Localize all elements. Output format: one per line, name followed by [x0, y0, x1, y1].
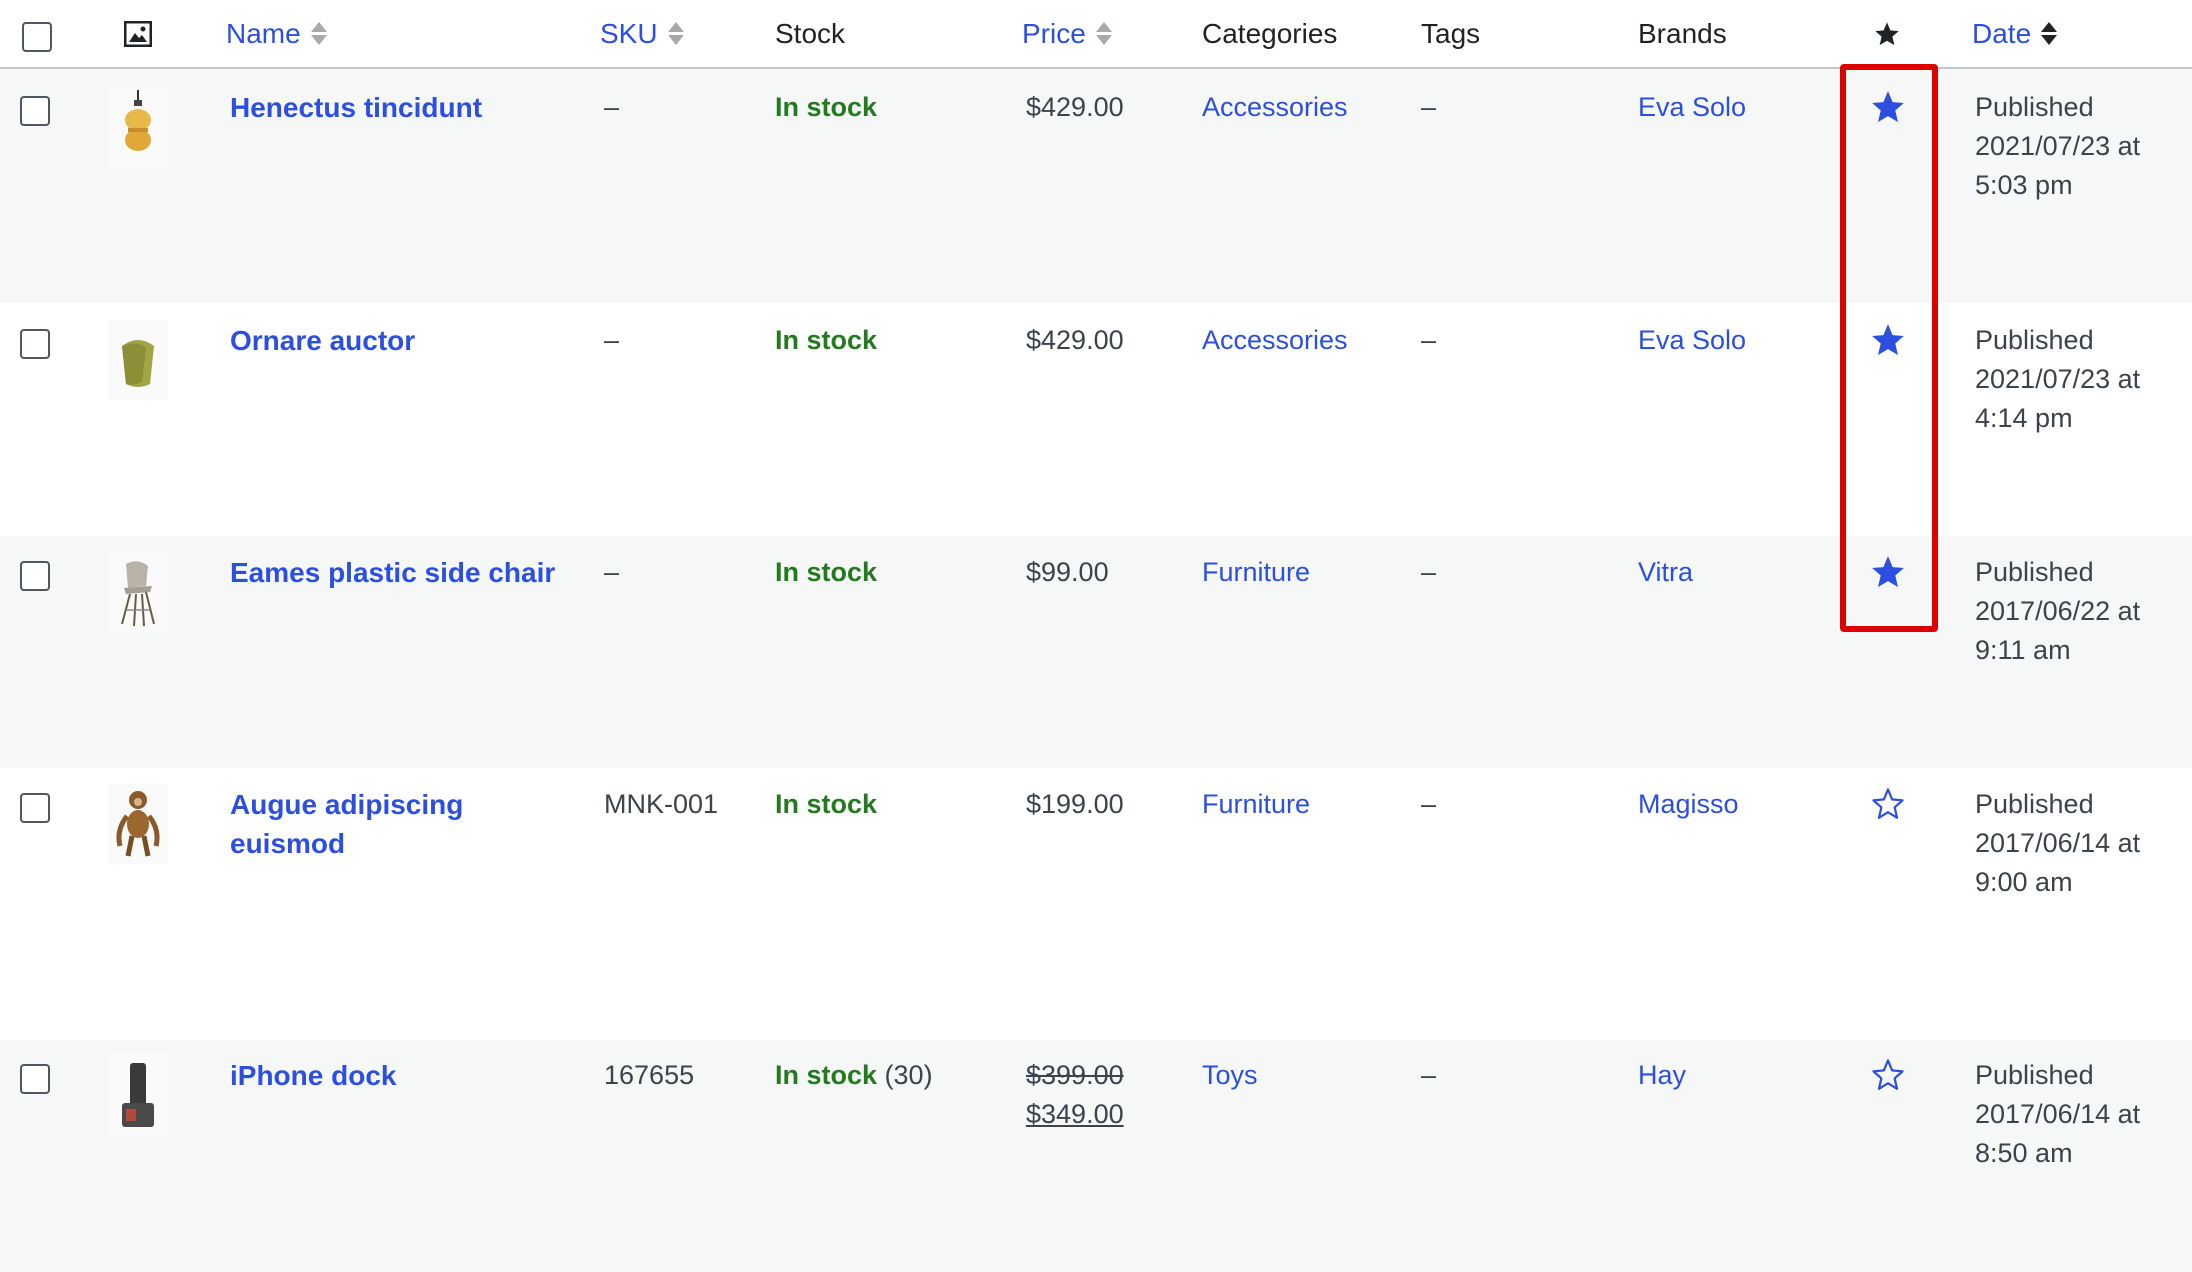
price-value: $199.00 [1026, 789, 1124, 819]
product-thumbnail[interactable] [103, 319, 173, 401]
brand-link[interactable]: Hay [1638, 1056, 1686, 1095]
stock-cell: In stock (30) [775, 1056, 933, 1095]
date-time: 8:50 am [1975, 1138, 2073, 1168]
date-status: Published [1975, 1060, 2094, 1090]
product-thumbnail[interactable] [103, 1054, 173, 1136]
table-row: iPhone dock 167655 In stock (30) $399.00… [0, 1040, 2192, 1272]
tags-value: – [1421, 557, 1437, 587]
date-cell: Published 2017/06/22 at 9:11 am [1975, 553, 2165, 670]
sku-value: MNK-001 [604, 789, 719, 819]
date-status: Published [1975, 325, 2094, 355]
tags-value: – [1421, 325, 1437, 355]
sort-desc-icon [2041, 22, 2058, 45]
category-link[interactable]: Furniture [1202, 785, 1310, 824]
image-column-icon [124, 0, 152, 67]
category-link[interactable]: Furniture [1202, 553, 1310, 592]
stock-status: In stock [775, 1060, 878, 1090]
sort-icon [1095, 22, 1112, 45]
date-time: 4:14 pm [1975, 403, 2073, 433]
date-cell: Published 2017/06/14 at 9:00 am [1975, 785, 2165, 902]
stock-status: In stock [775, 92, 878, 122]
date-status: Published [1975, 557, 2094, 587]
date-value: 2017/06/14 at [1975, 1099, 2141, 1129]
tags-value: – [1421, 92, 1437, 122]
column-header-brands: Brands [1638, 17, 1727, 49]
date-time: 5:03 pm [1975, 170, 2073, 200]
row-checkbox[interactable] [20, 96, 50, 126]
stock-status: In stock [775, 325, 878, 355]
price-value: $99.00 [1026, 557, 1109, 587]
column-header-sku[interactable]: SKU [600, 0, 684, 67]
column-header-name[interactable]: Name [226, 0, 327, 67]
featured-column-star-icon[interactable] [1873, 0, 1901, 67]
table-row: Augue adipiscing euismod MNK-001 In stoc… [0, 768, 2192, 1040]
product-name-link[interactable]: Augue adipiscing euismod [230, 785, 570, 863]
product-name-link[interactable]: Ornare auctor [230, 321, 570, 360]
brand-link[interactable]: Eva Solo [1638, 321, 1746, 360]
column-header-stock: Stock [775, 17, 846, 49]
sku-value: – [604, 557, 620, 587]
column-header-price[interactable]: Price [1022, 0, 1112, 67]
row-checkbox[interactable] [20, 1064, 50, 1094]
column-header-tags: Tags [1421, 17, 1481, 49]
sort-icon [310, 22, 327, 45]
date-time: 9:11 am [1975, 635, 2071, 665]
brand-link[interactable]: Eva Solo [1638, 88, 1746, 127]
featured-column-highlight [1840, 64, 1938, 632]
featured-star-outline-icon[interactable] [1869, 785, 1907, 823]
category-link[interactable]: Accessories [1202, 321, 1348, 360]
product-thumbnail[interactable] [103, 551, 173, 633]
product-name-link[interactable]: Eames plastic side chair [230, 553, 570, 592]
date-value: 2021/07/23 at [1975, 131, 2141, 161]
row-checkbox[interactable] [20, 329, 50, 359]
date-value: 2017/06/14 at [1975, 828, 2141, 858]
product-thumbnail[interactable] [103, 87, 173, 169]
stock-count: (30) [884, 1060, 933, 1090]
date-cell: Published 2021/07/23 at 4:14 pm [1975, 321, 2165, 438]
date-time: 9:00 am [1975, 867, 2073, 897]
product-name-link[interactable]: Henectus tincidunt [230, 88, 570, 127]
date-status: Published [1975, 789, 2094, 819]
date-status: Published [1975, 92, 2094, 122]
tags-value: – [1421, 789, 1437, 819]
table-header: Name SKU Stock Price Categories Tags Bra… [0, 0, 2192, 69]
date-value: 2017/06/22 at [1975, 596, 2141, 626]
brand-link[interactable]: Magisso [1638, 785, 1739, 824]
regular-price: $399.00 [1026, 1060, 1124, 1090]
featured-star-outline-icon[interactable] [1869, 1056, 1907, 1094]
price-value: $429.00 [1026, 92, 1124, 122]
row-checkbox[interactable] [20, 793, 50, 823]
brand-link[interactable]: Vitra [1638, 553, 1693, 592]
date-cell: Published 2017/06/14 at 8:50 am [1975, 1056, 2165, 1173]
column-header-categories: Categories [1202, 17, 1338, 49]
date-value: 2021/07/23 at [1975, 364, 2141, 394]
category-link[interactable]: Toys [1202, 1056, 1258, 1095]
price-value: $429.00 [1026, 325, 1124, 355]
stock-status: In stock [775, 789, 878, 819]
row-checkbox[interactable] [20, 561, 50, 591]
select-all-checkbox[interactable] [22, 22, 52, 52]
sku-value: – [604, 92, 620, 122]
sort-icon [667, 22, 684, 45]
sale-price: $349.00 [1026, 1099, 1124, 1129]
category-link[interactable]: Accessories [1202, 88, 1348, 127]
price-cell: $399.00 $349.00 [1026, 1056, 1124, 1134]
sku-value: 167655 [604, 1060, 695, 1090]
tags-value: – [1421, 1060, 1437, 1090]
sku-value: – [604, 325, 620, 355]
product-name-link[interactable]: iPhone dock [230, 1056, 570, 1095]
date-cell: Published 2021/07/23 at 5:03 pm [1975, 88, 2165, 205]
product-thumbnail[interactable] [103, 783, 173, 865]
column-header-date[interactable]: Date [1972, 0, 2058, 67]
stock-status: In stock [775, 557, 878, 587]
